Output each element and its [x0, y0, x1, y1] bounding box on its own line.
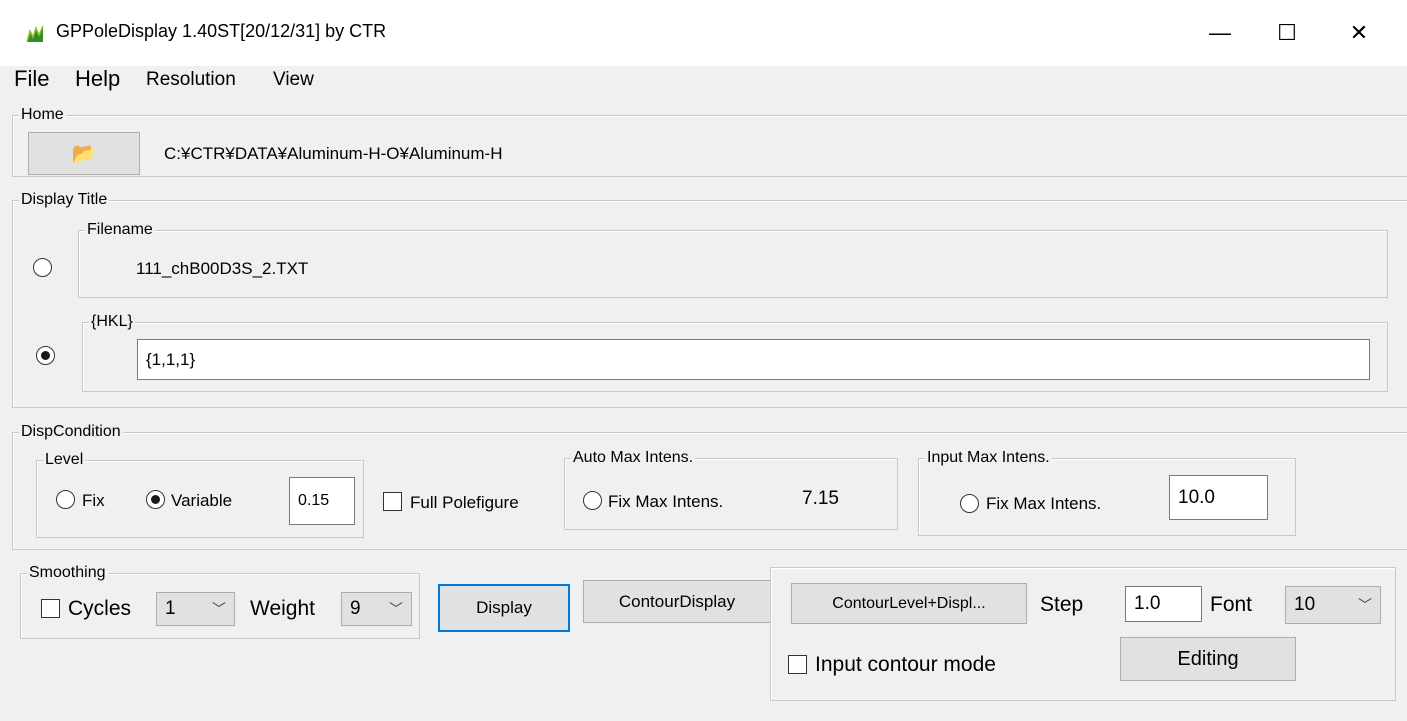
- weight-select[interactable]: 9 ﹀: [341, 592, 412, 626]
- home-path: C:¥CTR¥DATA¥Aluminum-H-O¥Aluminum-H: [164, 144, 503, 163]
- input-contour-mode-checkbox[interactable]: [788, 655, 807, 674]
- font-value: 10: [1294, 594, 1316, 615]
- font-label: Font: [1210, 593, 1253, 616]
- filename-group-label: Filename: [85, 220, 155, 240]
- level-variable-label: Variable: [171, 491, 233, 510]
- level-value-input[interactable]: 0.15: [289, 477, 355, 525]
- auto-max-value: 7.15: [802, 488, 839, 509]
- chevron-down-icon: ﹀: [212, 601, 226, 617]
- cycles-value: 1: [165, 598, 176, 619]
- smoothing-group-label: Smoothing: [27, 563, 108, 583]
- level-fix-label: Fix: [82, 491, 105, 510]
- input-max-label: Input Max Intens.: [925, 448, 1052, 468]
- maximize-button[interactable]: ☐: [1264, 10, 1310, 56]
- menu-resolution[interactable]: Resolution: [146, 69, 236, 91]
- step-input[interactable]: 1.0: [1125, 586, 1202, 622]
- editing-button[interactable]: Editing: [1120, 637, 1296, 681]
- auto-fix-max-label: Fix Max Intens.: [608, 492, 724, 511]
- app-icon: [26, 25, 44, 43]
- level-group-label: Level: [43, 450, 86, 470]
- open-folder-button[interactable]: 📂: [28, 132, 140, 175]
- input-fix-max-radio[interactable]: [960, 494, 979, 513]
- home-group-label: Home: [19, 105, 66, 125]
- minimize-button[interactable]: —: [1197, 10, 1243, 56]
- hkl-input[interactable]: {1,1,1}: [137, 339, 1370, 380]
- contour-display-button[interactable]: ContourDisplay: [583, 580, 771, 623]
- level-fix-radio[interactable]: [56, 490, 75, 509]
- weight-value: 9: [350, 598, 361, 619]
- menu-view[interactable]: View: [273, 69, 314, 91]
- auto-fix-max-radio[interactable]: [583, 491, 602, 510]
- menu-help[interactable]: Help: [75, 66, 120, 92]
- disp-condition-label: DispCondition: [19, 422, 123, 442]
- weight-label: Weight: [250, 597, 315, 620]
- cycles-select[interactable]: 1 ﹀: [156, 592, 235, 626]
- window-title: GPPoleDisplay 1.40ST[20/12/31] by CTR: [56, 21, 387, 41]
- display-button[interactable]: Display: [438, 584, 570, 632]
- input-max-value-input[interactable]: 10.0: [1169, 475, 1268, 520]
- chevron-down-icon: ﹀: [389, 601, 403, 617]
- hkl-group-label: {HKL}: [89, 312, 135, 332]
- close-button[interactable]: ✕: [1336, 10, 1382, 56]
- menu-file[interactable]: File: [14, 66, 49, 92]
- filename-radio[interactable]: [33, 258, 52, 277]
- display-title-label: Display Title: [19, 190, 110, 210]
- cycles-label: Cycles: [68, 597, 132, 620]
- auto-max-label: Auto Max Intens.: [571, 448, 696, 468]
- full-polefigure-label: Full Polefigure: [410, 493, 519, 512]
- open-folder-icon: 📂: [71, 143, 97, 165]
- level-variable-radio[interactable]: [146, 490, 165, 509]
- cycles-checkbox[interactable]: [41, 599, 60, 618]
- chevron-down-icon: ﹀: [1358, 597, 1372, 613]
- contour-level-button[interactable]: ContourLevel+Displ...: [791, 583, 1027, 624]
- input-fix-max-label: Fix Max Intens.: [986, 494, 1102, 513]
- font-select[interactable]: 10 ﹀: [1285, 586, 1381, 624]
- filename-value: 111_chB00D3S_2.TXT: [136, 259, 309, 278]
- input-contour-mode-label: Input contour mode: [815, 653, 996, 676]
- full-polefigure-checkbox[interactable]: [383, 492, 402, 511]
- step-label: Step: [1040, 593, 1084, 616]
- hkl-radio[interactable]: [36, 346, 55, 365]
